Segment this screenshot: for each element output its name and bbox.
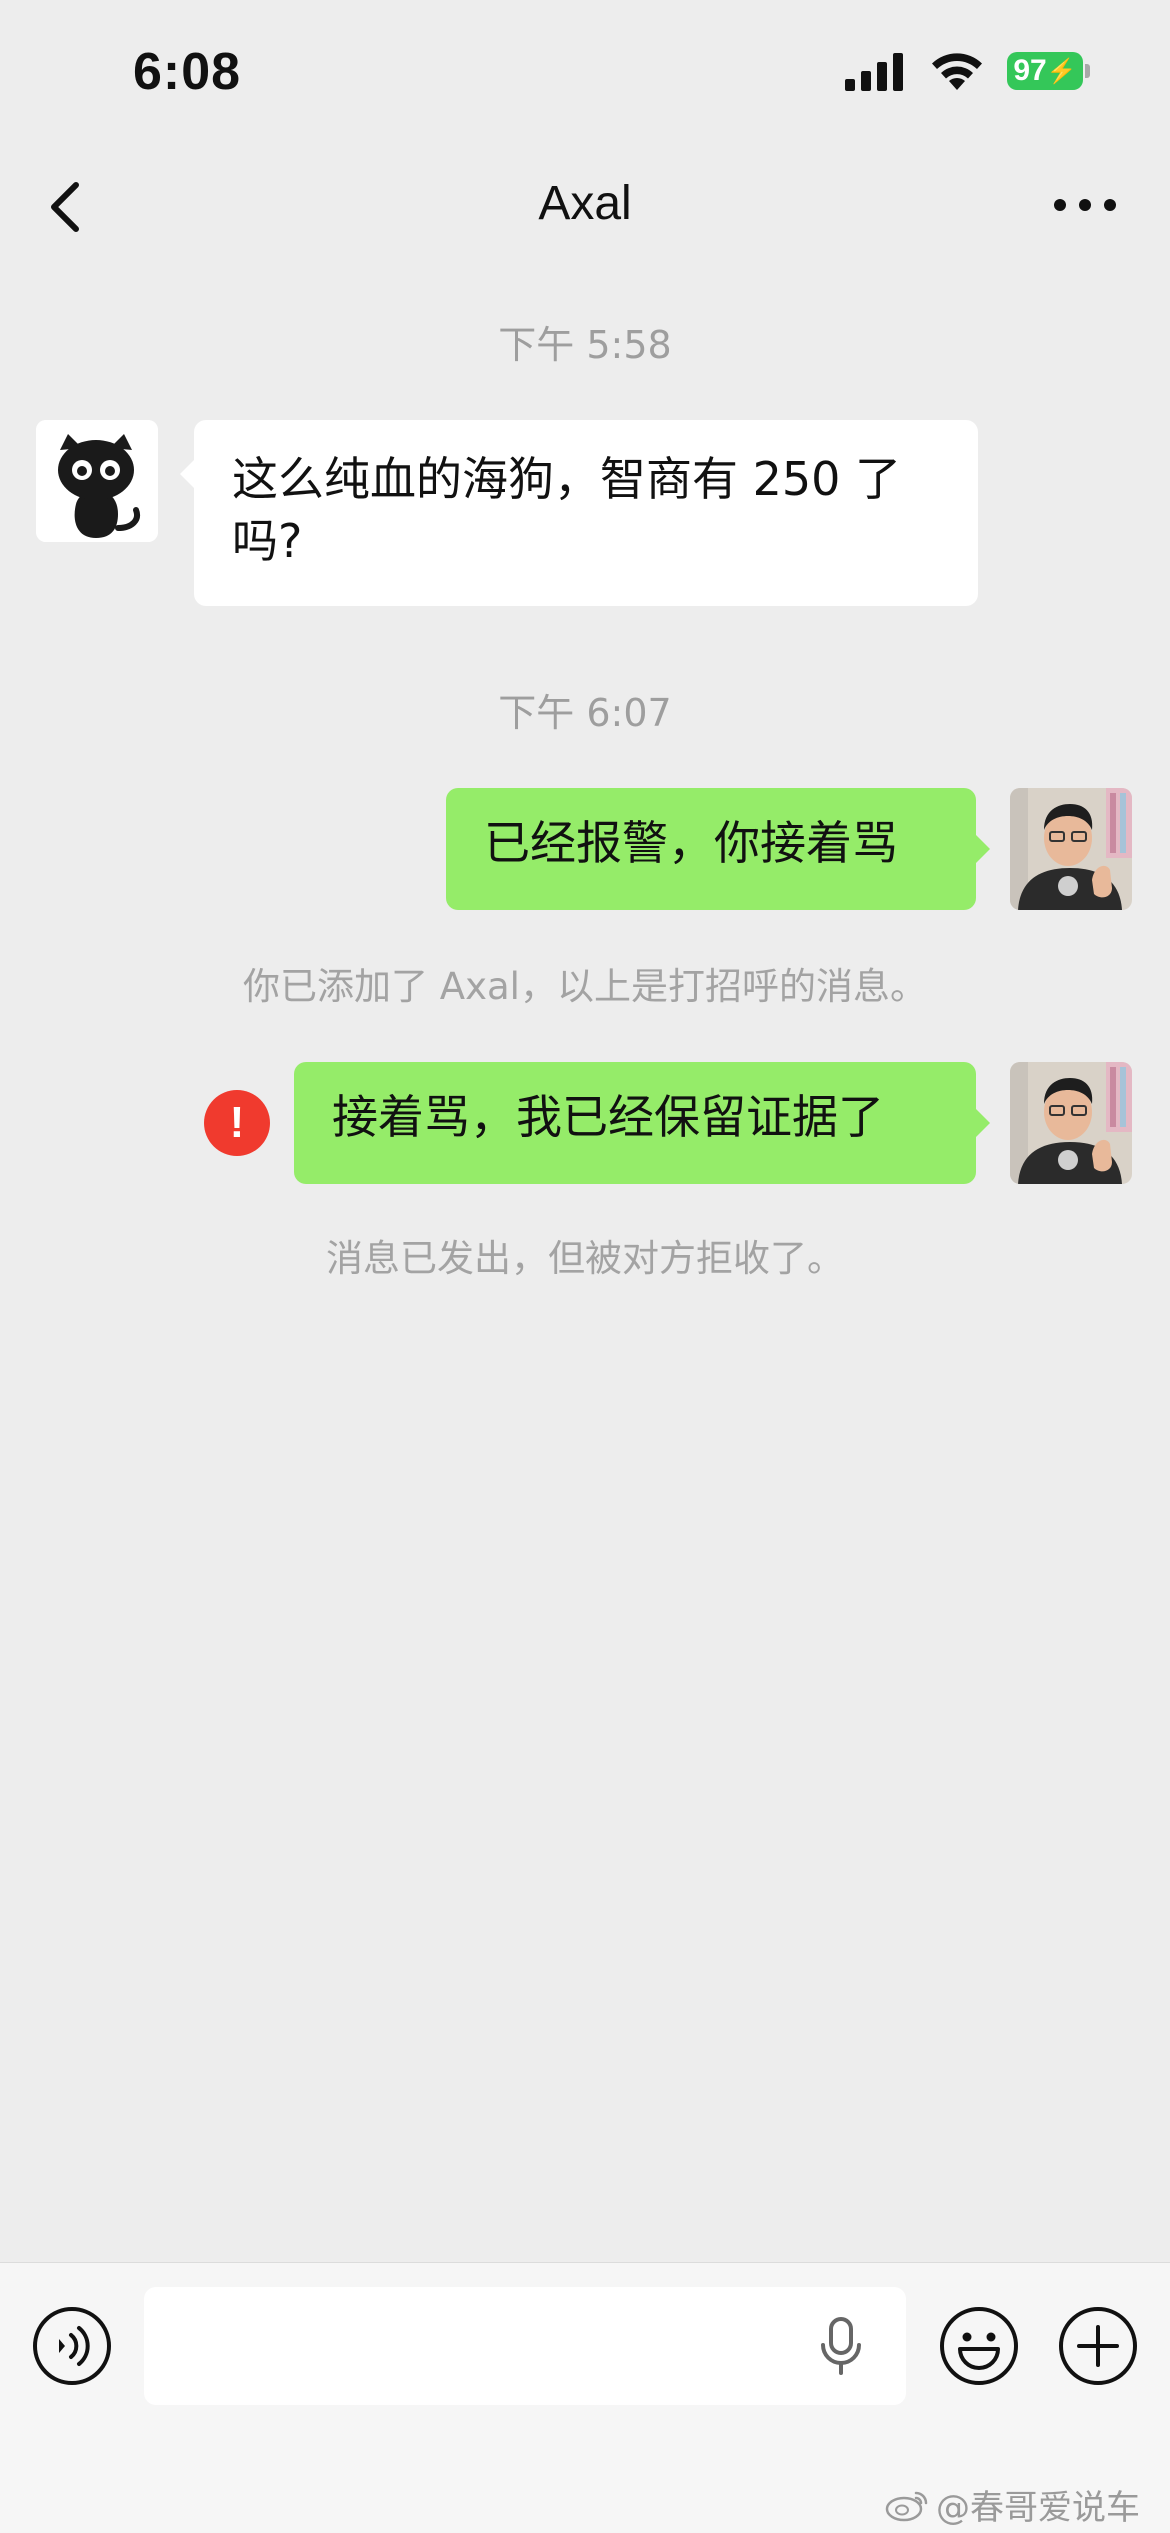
watermark: @春哥爱说车 <box>884 2480 1140 2529</box>
battery-level: 97 ⚡ <box>1007 52 1083 90</box>
timestamp: 下午 5:58 <box>498 323 672 367</box>
signal-icon <box>845 53 903 91</box>
plus-icon[interactable] <box>1057 2305 1139 2387</box>
battery-cap <box>1085 64 1090 78</box>
timestamp: 下午 6:07 <box>498 691 672 735</box>
user-photo-icon <box>1010 788 1132 910</box>
system-notice: 你已添加了 Axal，以上是打招呼的消息。 <box>243 965 927 1008</box>
chat-title: Axal <box>538 177 632 230</box>
emoji-icon[interactable] <box>938 2305 1020 2387</box>
status-time: 6:08 <box>133 43 242 101</box>
message-input[interactable] <box>144 2287 906 2405</box>
watermark-text: @春哥爱说车 <box>936 2488 1140 2528</box>
status-icons: 97 ⚡ <box>843 50 1090 92</box>
contact-avatar[interactable] <box>36 420 158 542</box>
my-avatar[interactable] <box>1010 788 1132 910</box>
voice-icon[interactable] <box>31 2305 113 2387</box>
status-bar: 6:08 97 ⚡ <box>0 0 1170 150</box>
nav-bar: Axal <box>0 150 1170 265</box>
charging-bolt: ⚡ <box>1046 57 1077 85</box>
send-failed-icon[interactable]: ! <box>204 1090 270 1156</box>
my-avatar[interactable] <box>1010 1062 1132 1184</box>
battery-icon: 97 ⚡ <box>1007 52 1090 90</box>
wifi-icon <box>932 53 982 90</box>
message-text: 已经报警，你接着骂 <box>484 816 898 870</box>
send-failed-mark: ! <box>229 1098 245 1147</box>
system-notice: 消息已发出，但被对方拒收了。 <box>326 1237 844 1280</box>
message-text: 这么纯血的海狗，智商有 250 了吗? <box>232 452 902 568</box>
message-text: 接着骂，我已经保留证据了 <box>332 1090 884 1144</box>
mic-icon[interactable] <box>814 2315 868 2377</box>
weibo-icon <box>885 2491 928 2521</box>
outgoing-message-bubble[interactable]: 接着骂，我已经保留证据了 <box>294 1062 990 1184</box>
outgoing-message-bubble[interactable]: 已经报警，你接着骂 <box>446 788 990 910</box>
cat-avatar-icon <box>36 420 158 542</box>
incoming-message-bubble[interactable]: 这么纯血的海狗，智商有 250 了吗? <box>180 420 978 606</box>
user-photo-icon <box>1010 1062 1132 1184</box>
battery-percent: 97 <box>1013 54 1047 87</box>
more-icon[interactable] <box>1050 190 1120 220</box>
